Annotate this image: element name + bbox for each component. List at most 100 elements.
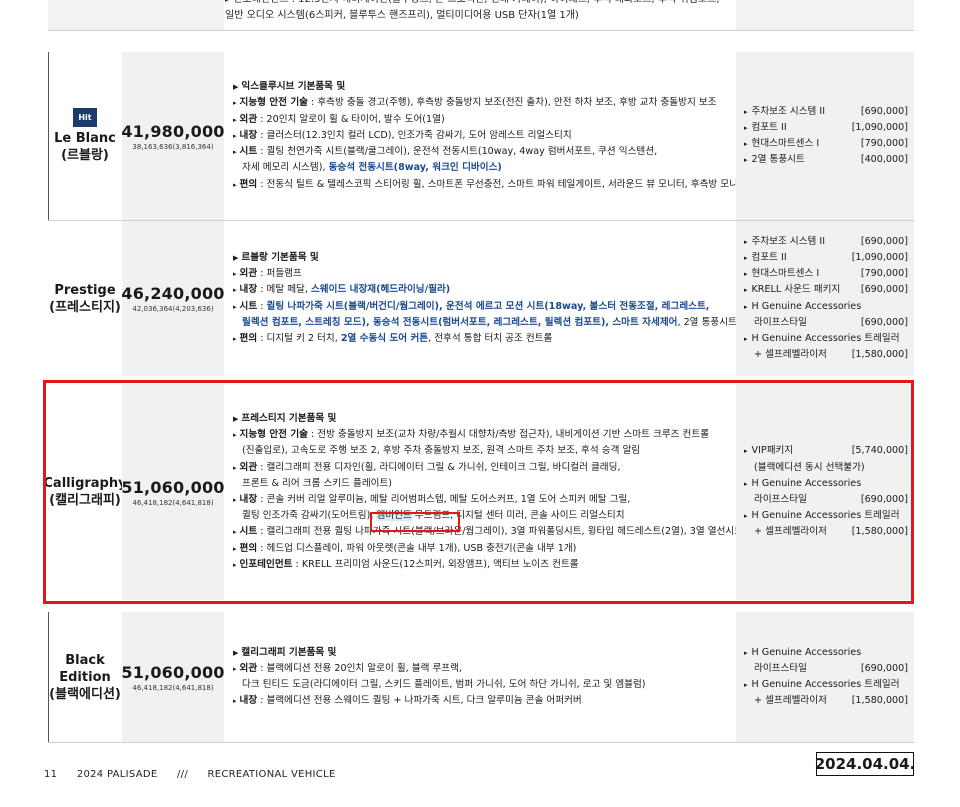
feature-line: ▸ 지능형 안전 기술 : 후측방 충돌 경고(주행), 후측방 충돌방지 보조(… xyxy=(233,95,736,111)
option-price: [690,000] xyxy=(860,284,908,296)
feature-line: 자세 메모리 시스템), 동승석 전동시트(8way, 워크인 디바이스) xyxy=(233,160,736,176)
feature-text: : 메탈 페달, xyxy=(257,284,311,296)
trim-options: 주차보조 시스템 II [690,000] 컴포트 II [1,090,000] 현대스… xyxy=(736,52,914,220)
feature-text: 스웨이드 내장재(헤드라이닝/필라) xyxy=(310,284,451,296)
option-price: [1,580,000] xyxy=(851,695,908,707)
bullet-icon: ▸ xyxy=(233,664,237,673)
option-item: + 셀프레벨라이저 [1,580,000] xyxy=(744,347,908,363)
option-name: H Genuine Accessories 트레일러 xyxy=(744,508,900,524)
bullet-icon: ▸ xyxy=(233,560,237,569)
option-price: [790,000] xyxy=(860,268,908,280)
feature-text: , 2열 통풍시트 xyxy=(677,316,737,328)
option-name: 주차보조 시스템 II xyxy=(744,234,826,250)
feature-text: 외관 xyxy=(239,268,258,280)
trim-price: 41,980,000 xyxy=(121,121,225,141)
trim-features: ▶ 캘리그래피 기본품목 및 ▸ 외관 : 블랙에디션 전용 20인치 알로이 휠, … xyxy=(224,612,736,742)
option-item: 컴포트 II [1,090,000] xyxy=(744,250,908,266)
feature-line: ▸ 내장 : 콘솔 커버 리얼 알루미늄, 메탈 리어범퍼스텝, 메탈 도어스커프… xyxy=(233,492,736,508)
trim-name-kr: (캘리그래피) xyxy=(49,493,121,508)
option-name: 라이프스타일 xyxy=(754,662,807,674)
feature-text: 외관 xyxy=(239,113,258,125)
feature-text: : 헤드업 디스플레이, 파워 아웃렛(콘솔 내부 1개), USB 충전기(콘… xyxy=(257,542,577,554)
feature-text: 앰비언트 xyxy=(376,510,412,522)
option-name: 컴포트 II xyxy=(744,120,787,136)
option-name: + 셀프레벨라이저 xyxy=(754,526,827,538)
feature-line: ▸ 내장 : 블랙에디션 전용 스웨이드 퀼팅 + 나파가죽 시트, 다크 알루미… xyxy=(233,693,736,709)
option-price: [400,000] xyxy=(860,154,908,166)
bullet-icon: ▸ xyxy=(233,180,237,189)
feature-text: 내장 xyxy=(239,284,258,296)
top-name-price-bg xyxy=(48,0,224,30)
option-price: [690,000] xyxy=(860,494,908,505)
top-fragment-line: ▸ 인포테인먼트 : 12.3인치 내비게이션(블루링크, 폰 프로젝션, 현대… xyxy=(225,0,735,8)
trim-price-cell: 46,240,000 42,036,364(4,203,636) xyxy=(121,221,224,376)
feature-line: ▸ 외관 : 블랙에디션 전용 20인치 알로이 휠, 블랙 루프랙, xyxy=(233,661,736,677)
option-name: (블랙에디션 동시 선택불가) xyxy=(754,461,865,473)
bullet-icon: ▶ xyxy=(233,648,239,657)
option-item: H Genuine Accessories xyxy=(744,645,908,661)
feature-line: ▸ 편의 : 디지털 키 2 터치, 2열 수동식 도어 커튼, 전후석 통합 터… xyxy=(233,331,736,347)
feature-line: ▸ 인포테인먼트 : KRELL 프리미엄 사운드(12스피커, 외장앰프), 액… xyxy=(233,557,736,573)
option-item: H Genuine Accessories 트레일러 xyxy=(744,677,908,693)
option-name: H Genuine Accessories xyxy=(744,476,862,492)
feature-line: ▸ 편의 : 전동식 틸트 & 텔레스코픽 스티어링 휠, 스마트폰 무선충전, … xyxy=(233,177,747,193)
feature-line: ▸ 시트 : 캘리그래피 전용 퀼팅 나파가죽 시트(블랙/브라운/웜그레이), … xyxy=(233,524,743,540)
option-item: H Genuine Accessories 트레일러 xyxy=(744,331,908,347)
bullet-icon: ▶ xyxy=(233,414,239,423)
feature-text: : KRELL 프리미엄 사운드(12스피커, 외장앰프), 액티브 노이즈 컨… xyxy=(292,558,579,570)
bullet-icon: ▸ xyxy=(233,270,237,279)
trim-row-calligraphy: Calligraphy (캘리그래피) 51,060,000 46,418,182(4… xyxy=(43,384,914,600)
bullet-icon: ▸ xyxy=(233,115,237,124)
option-item: 라이프스타일 [690,000] xyxy=(744,492,908,508)
option-price: [1,580,000] xyxy=(851,349,908,361)
feature-line: 릴렉션 컴포트, 스트레칭 모드), 동승석 전동시트(럼버서포트, 레그레스트… xyxy=(233,315,737,331)
option-item: 현대스마트센스 I [790,000] xyxy=(744,136,908,152)
feature-line: ▸ 편의 : 헤드업 디스플레이, 파워 아웃렛(콘솔 내부 1개), USB 충… xyxy=(233,541,736,557)
trim-price: 51,060,000 xyxy=(121,477,225,497)
feature-text: (진출입로), 고속도로 주행 보조 2, 후방 주차 충돌방지 보조, 원격 … xyxy=(242,445,641,457)
feature-text: 편의 xyxy=(239,178,258,190)
option-item: 현대스마트센스 I [790,000] xyxy=(744,266,908,282)
option-price: [690,000] xyxy=(860,662,908,674)
feature-text: 시트 xyxy=(239,526,258,538)
option-item: H Genuine Accessories xyxy=(744,476,908,492)
divider xyxy=(48,742,914,743)
trim-options: 주차보조 시스템 II [690,000] 컴포트 II [1,090,000] 현대스… xyxy=(736,221,914,376)
feature-text: : 퍼들램프 xyxy=(257,268,302,280)
option-name: 주차보조 시스템 II xyxy=(744,104,826,120)
trim-name-kr: (프레스티지) xyxy=(49,299,121,315)
features-header: ▶ 익스클루시브 기본품목 및 xyxy=(233,79,736,95)
feature-line: ▸ 내장 : 클러스터(12.3인치 컬러 LCD), 인조가죽 감싸기, 도어 … xyxy=(233,128,736,144)
option-price: [1,580,000] xyxy=(851,526,908,538)
trim-price-cell: 51,060,000 46,418,182(4,641,818) xyxy=(121,612,225,742)
option-item: 주차보조 시스템 II [690,000] xyxy=(744,234,908,250)
trim-options: H Genuine Accessories라이프스타일 [690,000] H Ge… xyxy=(736,612,914,742)
feature-line: ▸ 시트 : 퀼팅 천연가죽 시트(블랙/쿨그레이), 운전석 전동시트(10wa… xyxy=(233,144,736,160)
trim-features: ▶ 프레스티지 기본품목 및 ▸ 지능형 안전 기술 : 전방 충돌방지 보조(교차 … xyxy=(224,384,743,600)
option-item: + 셀프레벨라이저 [1,580,000] xyxy=(744,524,908,540)
top-options-bg xyxy=(736,0,914,30)
option-name: 2열 통풍시트 xyxy=(744,152,805,168)
option-price: [690,000] xyxy=(860,316,908,328)
trim-name-en: Black Edition xyxy=(59,652,111,685)
feature-line: ▸ 외관 : 캘리그래피 전용 디자인(휠, 라디에이터 그릴 & 가니쉬, 인테… xyxy=(233,460,736,476)
feature-text: 외관 xyxy=(239,662,258,674)
trim-name-en: Calligraphy xyxy=(43,476,127,491)
feature-text: 인포테인먼트 xyxy=(239,558,293,570)
feature-text: 퀼팅 인조가죽 감싸기(도어트림), xyxy=(242,510,377,522)
feature-text: 내장 xyxy=(239,695,258,707)
trim-features: ▶ 르블랑 기본품목 및 ▸ 외관 : 퍼들램프 ▸ 내장 : 메탈 페달, 스웨이드 내… xyxy=(224,221,737,376)
footer-category: RECREATIONAL VEHICLE xyxy=(207,769,336,780)
feature-text: : 20인치 알로이 휠 & 타이어, 발수 도어(1열) xyxy=(257,113,445,125)
trim-name-cell: Hit Le Blanc (르블랑) xyxy=(48,52,122,220)
features-header-text: 캘리그래피 기본품목 및 xyxy=(241,646,337,658)
feature-text: 시트 xyxy=(239,300,258,312)
feature-text: 지능형 안전 기술 xyxy=(239,429,308,441)
feature-text: 편의 xyxy=(239,332,258,344)
top-fragment-line: 일반 오디오 시스템(6스피커, 블루투스 핸즈프리), 멀티미디어용 USB … xyxy=(225,10,579,21)
trim-features: ▶ 익스클루시브 기본품목 및 ▸ 지능형 안전 기술 : 후측방 충돌 경고(주행)… xyxy=(224,52,747,220)
trim-price-breakdown: 42,036,364(4,203,636) xyxy=(132,305,214,313)
option-name: + 셀프레벨라이저 xyxy=(754,349,827,361)
option-price: [690,000] xyxy=(860,105,908,117)
trim-price: 51,060,000 xyxy=(121,662,225,682)
